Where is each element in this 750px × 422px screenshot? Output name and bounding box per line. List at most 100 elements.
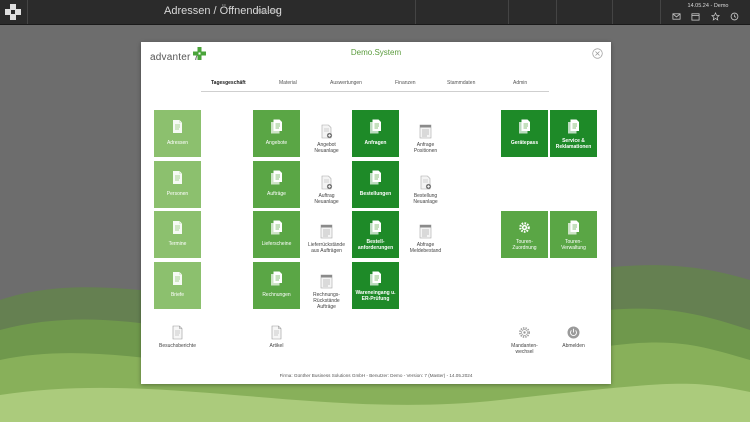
tile-adressen[interactable]: Adressen — [154, 110, 201, 157]
document-icon — [271, 325, 282, 340]
documents-icon — [271, 119, 282, 134]
besuchsberichte-button[interactable]: Besuchsberichte — [154, 317, 201, 364]
tile-label: Touren- Verwaltung — [561, 239, 586, 251]
open-dialog: advanter 7 Demo.System Tagesgeschäft Mat… — [141, 42, 611, 384]
tile-label: Service & Reklamationen — [555, 138, 592, 150]
tile-touren-zuordnung[interactable]: Touren- Zuordnung — [501, 211, 548, 258]
clock-icon[interactable] — [730, 12, 739, 21]
angebot-neuanlage-button[interactable]: Angebot Neuanlage — [303, 116, 350, 163]
tile-label: Rechnungen — [262, 292, 291, 298]
new-document-icon — [420, 175, 432, 190]
documents-icon — [370, 119, 381, 134]
sub-label: Lieferrückstände aus Aufträgen — [308, 242, 345, 254]
documents-icon — [370, 170, 381, 185]
document-icon — [173, 272, 182, 285]
document-icon — [173, 120, 182, 133]
tile-label: Aufträge — [267, 191, 286, 197]
document-icon — [172, 325, 183, 340]
auftrag-neuanlage-button[interactable]: Auftrag Neuanlage — [303, 167, 350, 214]
power-icon — [567, 326, 580, 339]
mandantenwechsel-button[interactable]: Mandanten- wechsel — [501, 317, 548, 364]
tile-personen[interactable]: Personen — [154, 161, 201, 208]
tile-label: Bestellungen — [359, 191, 392, 197]
tile-label: Lieferscheine — [261, 241, 292, 247]
sub-label: Mandanten- wechsel — [511, 343, 538, 355]
divider — [508, 0, 509, 24]
artikel-button[interactable]: Artikel — [253, 317, 300, 364]
divider — [660, 0, 661, 24]
bestellung-neuanlage-button[interactable]: Bestellung Neuanlage — [402, 167, 449, 214]
new-document-icon — [321, 124, 333, 139]
sub-label: Rechnungs- Rückstände Aufträge — [313, 292, 340, 310]
list-icon — [419, 124, 432, 139]
gear-icon — [519, 327, 530, 338]
tile-label: Wareneingang u. ER-Prüfung — [355, 290, 396, 302]
divider — [612, 0, 613, 24]
divider — [27, 0, 28, 24]
lieferrueckstaende-button[interactable]: Lieferrückstände aus Aufträgen — [303, 216, 350, 263]
sub-label: Angebot Neuanlage — [314, 142, 339, 154]
anfrage-positionen-button[interactable]: Anfrage Positionen — [402, 116, 449, 163]
mail-icon[interactable] — [672, 12, 681, 21]
tile-rechnungen[interactable]: Rechnungen — [253, 262, 300, 309]
tab-finanzen[interactable]: Finanzen — [395, 80, 416, 86]
list-icon — [320, 224, 333, 239]
tile-label: Personen — [166, 191, 189, 197]
tile-label: Gerätepass — [510, 140, 539, 146]
sub-label: Auftrag Neuanlage — [314, 193, 339, 205]
tile-label: Touren- Zuordnung — [512, 239, 537, 251]
documents-icon — [271, 170, 282, 185]
tile-bestellanforderungen[interactable]: Bestell- anforderungen — [352, 211, 399, 258]
rechnungsrueckstaende-button[interactable]: Rechnungs- Rückstände Aufträge — [303, 266, 350, 313]
tab-material[interactable]: Material — [279, 80, 297, 86]
documents-icon — [519, 119, 530, 134]
tile-auftraege[interactable]: Aufträge — [253, 161, 300, 208]
tab-auswertungen[interactable]: Auswertungen — [330, 80, 362, 86]
tab-tagesgeschaeft[interactable]: Tagesgeschäft — [211, 80, 246, 86]
sub-label: Bestellung Neuanlage — [413, 193, 438, 205]
documents-icon — [568, 119, 579, 134]
document-icon — [173, 221, 182, 234]
divider — [415, 0, 416, 24]
tile-wareneingang[interactable]: Wareneingang u. ER-Prüfung — [352, 262, 399, 309]
tab-admin[interactable]: Admin — [513, 80, 527, 86]
documents-icon — [271, 220, 282, 235]
sub-label: Abfrage Meldebestand — [409, 242, 442, 254]
new-document-icon — [321, 175, 333, 190]
sub-label: Abmelden — [562, 343, 585, 349]
tile-label: Adressen — [166, 140, 189, 146]
documents-icon — [568, 220, 579, 235]
tile-lieferscheine[interactable]: Lieferscheine — [253, 211, 300, 258]
date-info: 14.05.24 - Demo — [687, 3, 729, 9]
tile-label: Bestell- anforderungen — [357, 239, 394, 251]
document-icon — [173, 171, 182, 184]
app-logo-icon — [5, 4, 21, 20]
abfrage-meldebestand-button[interactable]: Abfrage Meldebestand — [402, 216, 449, 263]
calendar-icon[interactable] — [691, 12, 700, 21]
sub-label: Anfrage Positionen — [413, 142, 438, 154]
system-name: Demo.System — [350, 48, 402, 57]
tile-termine[interactable]: Termine — [154, 211, 201, 258]
tile-label: Anfragen — [364, 140, 387, 146]
topbar-icons — [668, 12, 750, 22]
abmelden-button[interactable]: Abmelden — [550, 317, 597, 364]
sub-label: Besuchsberichte — [159, 343, 196, 349]
documents-icon — [370, 271, 381, 286]
tab-stammdaten[interactable]: Stammdaten — [447, 80, 475, 86]
tile-anfragen[interactable]: Anfragen — [352, 110, 399, 157]
dialog-code: [MSI-ɑB5] — [256, 9, 279, 15]
close-icon[interactable] — [592, 48, 603, 59]
tab-bar: Tagesgeschäft Material Auswertungen Fina… — [201, 79, 549, 92]
tile-label: Briefe — [170, 292, 185, 298]
tile-service-reklamationen[interactable]: Service & Reklamationen — [550, 110, 597, 157]
tile-touren-verwaltung[interactable]: Touren- Verwaltung — [550, 211, 597, 258]
list-icon — [320, 274, 333, 289]
tile-geraetepass[interactable]: Gerätepass — [501, 110, 548, 157]
documents-icon — [271, 271, 282, 286]
sub-label: Artikel — [269, 343, 284, 349]
divider — [556, 0, 557, 24]
tile-briefe[interactable]: Briefe — [154, 262, 201, 309]
tile-bestellungen[interactable]: Bestellungen — [352, 161, 399, 208]
tile-angebote[interactable]: Angebote — [253, 110, 300, 157]
star-icon[interactable] — [711, 12, 720, 21]
